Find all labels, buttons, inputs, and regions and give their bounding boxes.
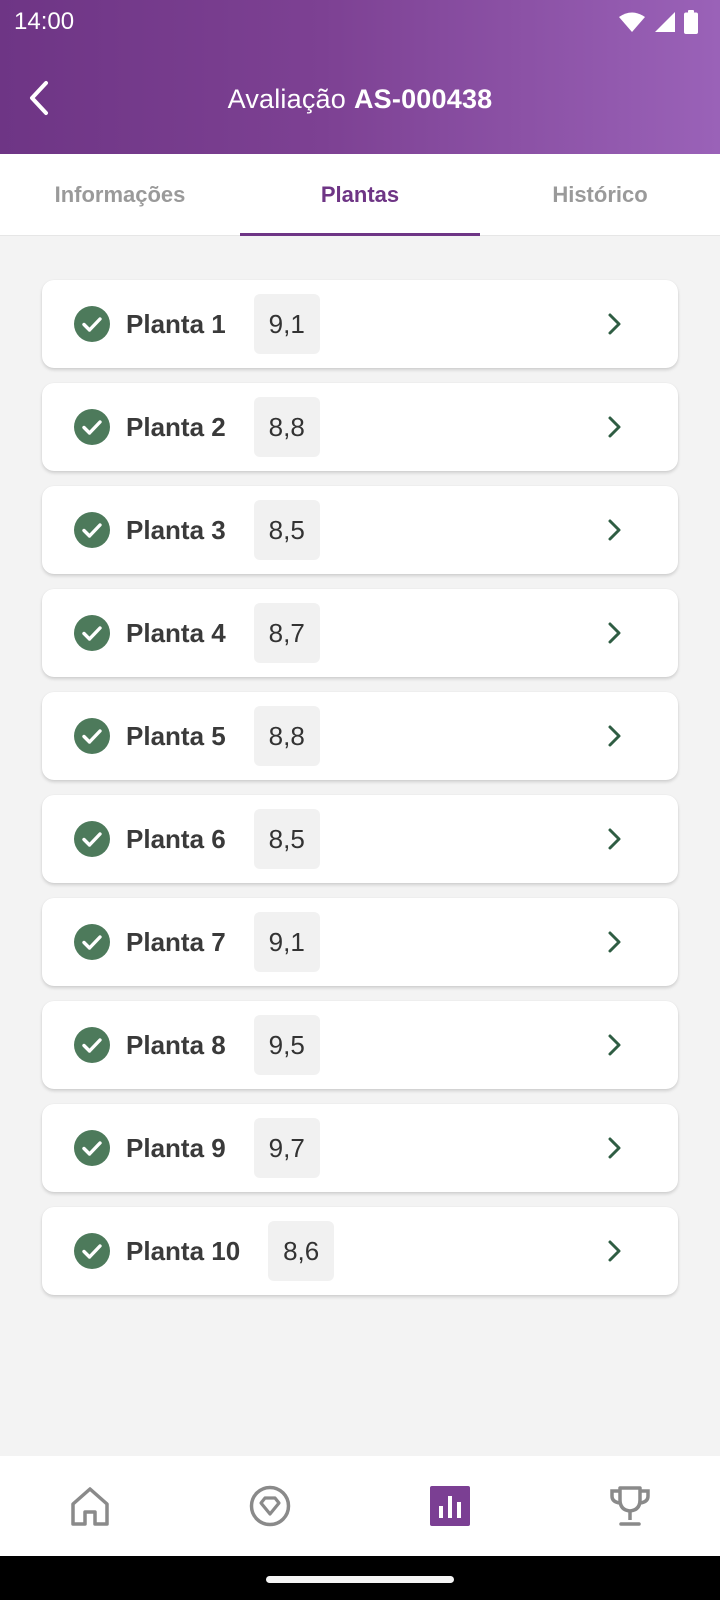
plant-card[interactable]: Planta 2 8,8 <box>42 383 678 471</box>
plant-card[interactable]: Planta 9 9,7 <box>42 1104 678 1192</box>
plant-card[interactable]: Planta 1 9,1 <box>42 280 678 368</box>
plant-card[interactable]: Planta 7 9,1 <box>42 898 678 986</box>
chevron-right-icon <box>608 1034 621 1056</box>
status-icons <box>618 10 698 34</box>
check-circle-icon <box>74 1027 110 1063</box>
home-gesture-handle[interactable] <box>266 1576 454 1583</box>
plant-score: 9,7 <box>253 1118 320 1178</box>
battery-icon <box>684 10 698 34</box>
plant-score: 8,8 <box>253 706 320 766</box>
chevron-right-icon <box>608 931 621 953</box>
chevron-right-icon <box>608 828 621 850</box>
plant-card[interactable]: Planta 6 8,5 <box>42 795 678 883</box>
check-circle-icon <box>74 615 110 651</box>
plant-card[interactable]: Planta 10 8,6 <box>42 1207 678 1295</box>
plant-name: Planta 4 <box>126 617 226 648</box>
plant-card[interactable]: Planta 8 9,5 <box>42 1001 678 1089</box>
chevron-right-icon <box>608 1137 621 1159</box>
nav-chart[interactable] <box>410 1466 490 1546</box>
back-button[interactable] <box>18 76 62 120</box>
plant-card[interactable]: Planta 5 8,8 <box>42 692 678 780</box>
check-circle-icon <box>74 1233 110 1269</box>
plant-name: Planta 9 <box>126 1132 226 1163</box>
check-circle-icon <box>74 409 110 445</box>
page-title-prefix: Avaliação <box>227 83 346 114</box>
chevron-left-icon <box>30 81 48 115</box>
plant-card[interactable]: Planta 4 8,7 <box>42 589 678 677</box>
check-circle-icon <box>74 1130 110 1166</box>
nav-home[interactable] <box>50 1466 130 1546</box>
plant-name: Planta 5 <box>126 720 226 751</box>
tab-bar: Informações Plantas Histórico <box>0 154 720 236</box>
nav-trophy[interactable] <box>590 1466 670 1546</box>
plant-score: 8,5 <box>253 500 320 560</box>
signal-icon <box>655 12 675 32</box>
check-circle-icon <box>74 512 110 548</box>
plant-name: Planta 6 <box>126 823 226 854</box>
plant-name: Planta 2 <box>126 411 226 442</box>
check-circle-icon <box>74 821 110 857</box>
plant-score: 8,7 <box>253 603 320 663</box>
nav-diamond[interactable] <box>230 1466 310 1546</box>
page-title-code: AS-000438 <box>353 83 493 114</box>
wifi-icon <box>619 12 645 32</box>
plant-score: 8,6 <box>268 1221 335 1281</box>
chevron-right-icon <box>608 725 621 747</box>
trophy-icon <box>610 1486 650 1526</box>
check-circle-icon <box>74 924 110 960</box>
chevron-right-icon <box>608 416 621 438</box>
plant-card[interactable]: Planta 3 8,5 <box>42 486 678 574</box>
bottom-nav <box>0 1456 720 1556</box>
chevron-right-icon <box>608 519 621 541</box>
chevron-right-icon <box>608 622 621 644</box>
tab-plantas[interactable]: Plantas <box>240 154 480 236</box>
tab-informacoes[interactable]: Informações <box>0 154 240 235</box>
app-header: 14:00 Avaliação AS-000438 <box>0 0 720 154</box>
plant-score: 8,8 <box>253 397 320 457</box>
bar-chart-icon <box>430 1486 470 1526</box>
plant-score: 9,5 <box>253 1015 320 1075</box>
status-bar: 14:00 <box>0 0 720 44</box>
plant-name: Planta 3 <box>126 514 226 545</box>
plant-score: 8,5 <box>253 809 320 869</box>
plant-name: Planta 10 <box>126 1235 241 1266</box>
tab-historico[interactable]: Histórico <box>480 154 720 235</box>
home-icon <box>71 1487 109 1526</box>
chevron-right-icon <box>608 313 621 335</box>
check-circle-icon <box>74 718 110 754</box>
chevron-right-icon <box>608 1240 621 1262</box>
plant-name: Planta 7 <box>126 926 226 957</box>
plant-score: 9,1 <box>253 912 320 972</box>
plant-name: Planta 1 <box>126 308 226 339</box>
diamond-badge-icon <box>249 1485 291 1527</box>
status-time: 14:00 <box>14 8 75 35</box>
plant-score: 9,1 <box>253 294 320 354</box>
page-title: Avaliação AS-000438 <box>228 84 493 115</box>
plant-list: Planta 1 9,1 Planta 2 8,8 Planta 3 8,5 P… <box>42 280 678 1310</box>
plant-name: Planta 8 <box>126 1029 226 1060</box>
system-navigation-bar <box>0 1556 720 1600</box>
title-row: Avaliação AS-000438 <box>0 56 720 142</box>
check-circle-icon <box>74 306 110 342</box>
screen: 14:00 Avaliação AS-000438 Informações Pl… <box>0 0 720 1600</box>
